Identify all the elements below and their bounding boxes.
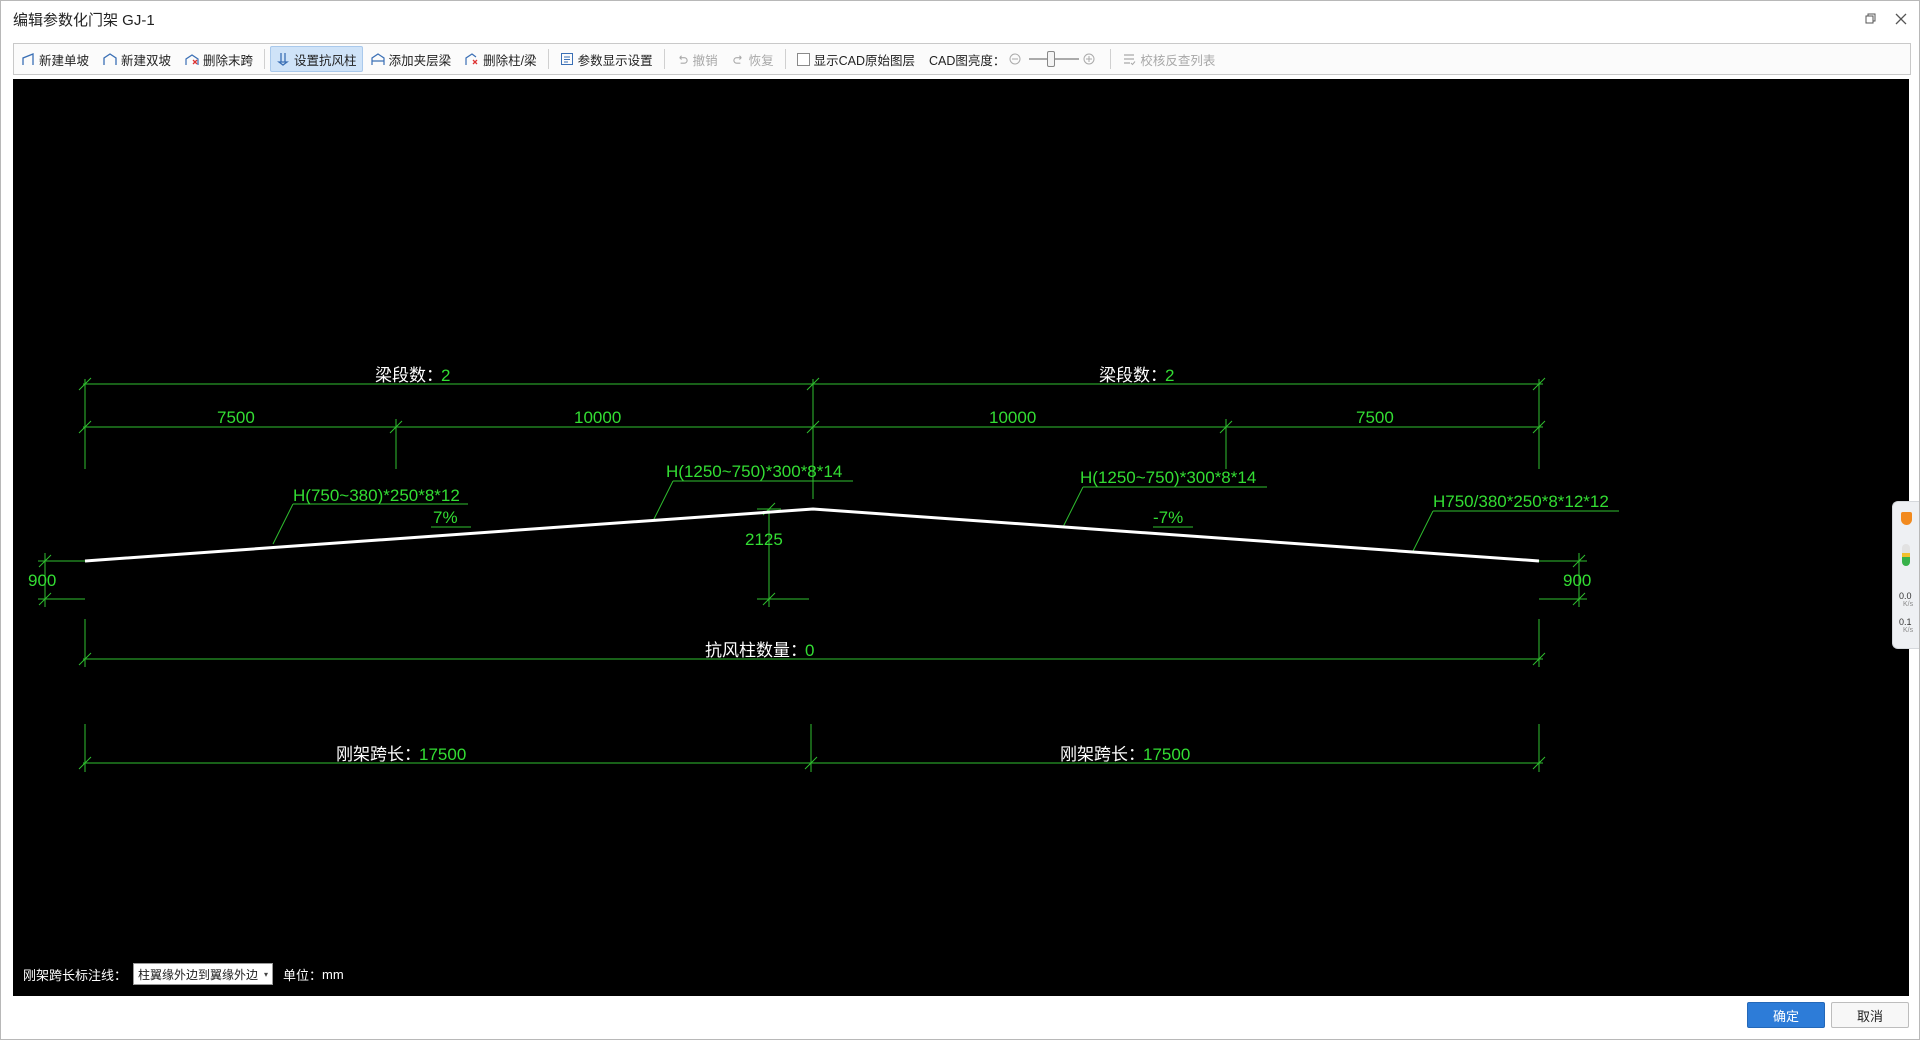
unit-label: 单位： (283, 967, 323, 983)
cad-drawing-canvas[interactable]: 梁段数： 2 梁段数： 2 7500 10000 10000 7500 H(75… (13, 79, 1909, 996)
undo-label: 撤销 (692, 53, 718, 68)
redo-icon (732, 54, 742, 64)
ridge-height-value[interactable]: 2125 (745, 530, 783, 549)
cancel-button[interactable]: 取消 (1831, 1002, 1909, 1028)
settings-list-icon (560, 53, 573, 65)
new-double-slope-button[interactable]: 新建双坡 (97, 46, 177, 72)
delete-span-icon (185, 54, 199, 65)
slope-left[interactable]: 7% (433, 508, 458, 527)
dim-span-2[interactable]: 10000 (574, 408, 621, 427)
cad-brightness-control: CAD图亮度： (923, 46, 1105, 72)
left-segment-value[interactable]: 2 (441, 366, 450, 385)
delete-column-beam-icon (465, 53, 478, 65)
dim-span-3[interactable]: 10000 (989, 408, 1036, 427)
close-icon[interactable] (1889, 7, 1913, 31)
beam-section-label-1[interactable]: H(750~380)*250*8*12 (293, 486, 460, 505)
undo-icon (678, 54, 688, 64)
delete-end-span-button[interactable]: 删除末跨 (179, 46, 259, 72)
download-unit: K/s (1903, 627, 1914, 634)
brightness-slider[interactable] (1009, 51, 1099, 67)
left-column-height[interactable]: 900 (28, 571, 56, 590)
wind-column-value[interactable]: 0 (805, 641, 814, 660)
undo-button[interactable]: 撤销 (670, 46, 724, 72)
check-reverse-list-button[interactable]: 校核反查列表 (1116, 46, 1221, 72)
toolbar-divider (663, 49, 665, 69)
wind-column-label: 抗风柱数量： (705, 641, 807, 660)
span-right-value[interactable]: 17500 (1143, 745, 1190, 764)
new-single-slope-button[interactable]: 新建单坡 (15, 46, 95, 72)
restore-icon[interactable] (1859, 7, 1883, 31)
add-mezzanine-beam-button[interactable]: 添加夹层梁 (365, 46, 458, 72)
left-segment-label: 梁段数： (375, 366, 443, 385)
edit-portal-frame-dialog: 编辑参数化门架 GJ-1 新建单坡 新建双坡 删除末跨 设置抗风柱 添加夹层梁 (0, 0, 1920, 1040)
slider-thumb[interactable] (1047, 51, 1056, 67)
annotation-select-value: 柱翼缘外边到翼缘外边 (138, 967, 259, 982)
slope-right[interactable]: -7% (1153, 508, 1183, 527)
set-wind-column-label: 设置抗风柱 (294, 53, 357, 68)
unit-value: mm (322, 966, 344, 982)
beam-section-label-2[interactable]: H(1250~750)*300*8*14 (666, 462, 842, 481)
minus-circle-icon[interactable] (1009, 53, 1021, 65)
delete-column-beam-label: 删除柱/梁 (483, 53, 537, 68)
beam-section-label-4[interactable]: H750/380*250*8*12*12 (1433, 492, 1609, 511)
span-left-label: 刚架跨长： (336, 745, 421, 764)
upload-speed: 0.0 (1899, 591, 1912, 601)
toolbar-divider (547, 49, 549, 69)
toolbar-divider (784, 49, 786, 69)
show-cad-layers-label: 显示CAD原始图层 (813, 53, 916, 68)
mezzanine-beam-icon (370, 53, 385, 65)
check-reverse-list-label: 校核反查列表 (1140, 53, 1216, 68)
slider-track[interactable] (1029, 51, 1080, 67)
wind-column-icon (277, 53, 289, 66)
right-segment-value[interactable]: 2 (1165, 366, 1174, 385)
ok-button[interactable]: 确定 (1747, 1002, 1825, 1028)
delete-end-span-label: 删除末跨 (203, 53, 254, 68)
upload-unit: K/s (1903, 601, 1914, 608)
annotation-line-label: 刚架跨长标注线： (23, 967, 128, 983)
span-right-label: 刚架跨长： (1060, 745, 1145, 764)
dim-span-1[interactable]: 7500 (217, 408, 255, 427)
gauge-icon (1902, 544, 1910, 566)
right-segment-label: 梁段数： (1099, 366, 1167, 385)
dimension-lines (38, 377, 1619, 772)
list-check-icon (1124, 54, 1136, 66)
param-display-settings-label: 参数显示设置 (577, 53, 653, 68)
redo-button[interactable]: 恢复 (726, 46, 780, 72)
download-speed: 0.1 (1899, 617, 1912, 627)
show-cad-layers-checkbox[interactable]: 显示CAD原始图层 (791, 46, 921, 72)
delete-column-beam-button[interactable]: 删除柱/梁 (459, 46, 542, 72)
span-left-value[interactable]: 17500 (419, 745, 466, 764)
network-speed-widget[interactable]: 0.0 K/s 0.1 K/s (1892, 501, 1919, 649)
dim-span-4[interactable]: 7500 (1356, 408, 1394, 427)
double-slope-icon (103, 53, 117, 65)
shield-icon (1901, 512, 1912, 525)
param-display-settings-button[interactable]: 参数显示设置 (554, 46, 659, 72)
set-wind-column-button[interactable]: 设置抗风柱 (270, 46, 363, 72)
single-slope-icon (22, 53, 34, 65)
cad-brightness-label: CAD图亮度： (929, 53, 1006, 68)
toolbar-divider (264, 49, 266, 69)
title-bar: 编辑参数化门架 GJ-1 (1, 1, 1919, 37)
redo-label: 恢复 (748, 53, 774, 68)
portal-frame-drawing: 梁段数： 2 梁段数： 2 7500 10000 10000 7500 H(75… (28, 366, 1619, 772)
dropdown-arrow-icon: ▾ (264, 969, 269, 979)
new-single-slope-label: 新建单坡 (39, 53, 90, 68)
toolbar-divider (1110, 49, 1112, 69)
dialog-title: 编辑参数化门架 GJ-1 (13, 11, 155, 29)
annotation-options-bar: 刚架跨长标注线： 柱翼缘外边到翼缘外边 ▾ 单位： mm (23, 963, 344, 985)
plus-circle-icon[interactable] (1083, 53, 1095, 65)
checkbox-box[interactable] (796, 52, 810, 66)
right-column-height[interactable]: 900 (1563, 571, 1591, 590)
beam-section-label-3[interactable]: H(1250~750)*300*8*14 (1080, 468, 1256, 487)
rafter-line[interactable] (84, 507, 1540, 563)
new-double-slope-label: 新建双坡 (121, 53, 172, 68)
add-mezzanine-beam-label: 添加夹层梁 (388, 53, 452, 68)
toolbar: 新建单坡 新建双坡 删除末跨 设置抗风柱 添加夹层梁 删除柱/梁 参数显示设置 (13, 43, 1911, 75)
annotation-line-select[interactable]: 柱翼缘外边到翼缘外边 ▾ (133, 963, 274, 985)
